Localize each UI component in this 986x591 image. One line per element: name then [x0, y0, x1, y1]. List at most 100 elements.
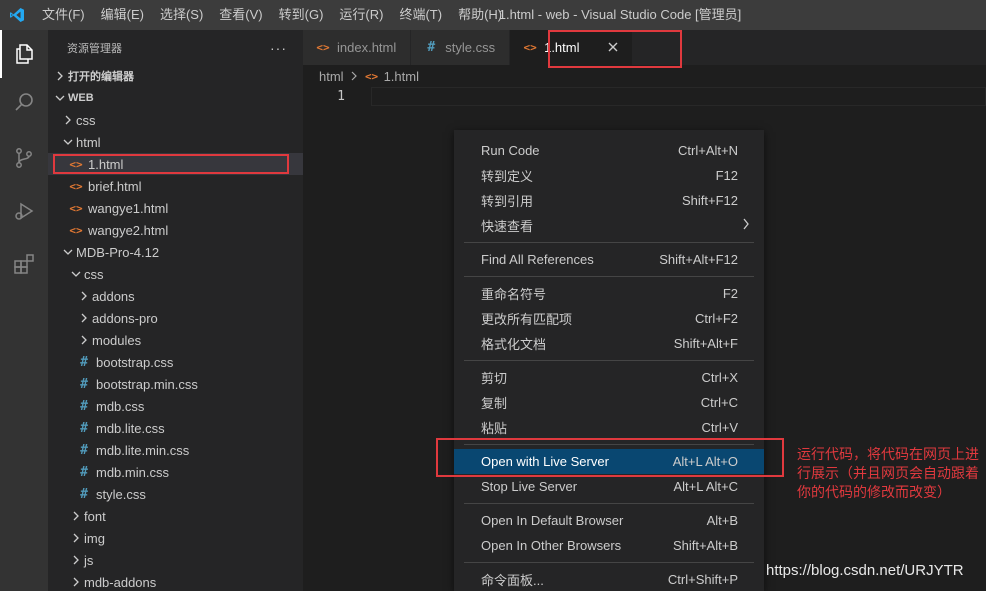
- chevron-right-icon: [60, 115, 76, 125]
- file-item[interactable]: # bootstrap.css: [48, 351, 303, 373]
- html-file-icon: <>: [523, 41, 537, 54]
- menu-item-shortcut: Shift+Alt+F: [673, 336, 738, 351]
- open-editors-label: 打开的编辑器: [68, 71, 134, 83]
- folder-item[interactable]: img: [48, 527, 303, 549]
- tab-1-html[interactable]: <> 1.html: [510, 30, 633, 65]
- context-menu-item[interactable]: 重命名符号 F2: [454, 281, 764, 306]
- editor-tabs: <> index.html # style.css <> 1.html: [303, 30, 986, 65]
- menu-item[interactable]: 选择(S): [152, 0, 211, 30]
- folder-item[interactable]: addons-pro: [48, 307, 303, 329]
- open-editors-section[interactable]: 打开的编辑器: [48, 65, 303, 87]
- workspace-label: WEB: [68, 92, 94, 104]
- menu-separator: [464, 562, 754, 563]
- css-file-icon: #: [427, 40, 436, 55]
- menu-item-shortcut: F2: [722, 286, 738, 301]
- menu-separator: [464, 276, 754, 277]
- folder-item[interactable]: mdb-addons: [48, 571, 303, 591]
- context-menu-item[interactable]: 剪切 Ctrl+X: [454, 365, 764, 390]
- search-icon[interactable]: [0, 78, 48, 126]
- menu-item-shortcut: Ctrl+Shift+P: [667, 572, 738, 587]
- folder-item[interactable]: MDB-Pro-4.12: [48, 241, 303, 263]
- file-item[interactable]: # mdb.lite.min.css: [48, 439, 303, 461]
- menu-item-shortcut: Alt+L Alt+O: [672, 454, 738, 469]
- file-tree: css html <> 1.html <> brief.html <> wangye1.htm…: [48, 109, 303, 591]
- css-file-icon: #: [80, 354, 88, 370]
- folder-item[interactable]: html: [48, 131, 303, 153]
- tree-item-label: mdb.css: [96, 398, 145, 414]
- tree-item-label: mdb.lite.css: [96, 420, 165, 436]
- workspace-section[interactable]: WEB: [48, 87, 303, 109]
- menu-item[interactable]: 运行(R): [331, 0, 391, 30]
- file-item[interactable]: # mdb.css: [48, 395, 303, 417]
- context-menu-item[interactable]: 转到引用 Shift+F12: [454, 188, 764, 213]
- explorer-header: 资源管理器 ···: [48, 30, 303, 65]
- breadcrumb-file[interactable]: 1.html: [384, 69, 419, 84]
- file-item[interactable]: <> wangye2.html: [48, 219, 303, 241]
- folder-item[interactable]: js: [48, 549, 303, 571]
- more-actions-icon[interactable]: ···: [270, 40, 287, 56]
- context-menu-item[interactable]: 复制 Ctrl+C: [454, 390, 764, 415]
- menu-item[interactable]: 文件(F): [34, 0, 93, 30]
- source-control-icon[interactable]: [0, 134, 48, 182]
- tab-style-css[interactable]: # style.css: [411, 30, 511, 65]
- menu-item-shortcut: Shift+Alt+B: [672, 538, 738, 553]
- vscode-logo-icon: [0, 0, 34, 30]
- folder-item[interactable]: css: [48, 109, 303, 131]
- file-item[interactable]: # mdb.min.css: [48, 461, 303, 483]
- menu-item[interactable]: 编辑(E): [93, 0, 152, 30]
- run-debug-icon[interactable]: [0, 187, 48, 235]
- menu-item-label: 快速查看: [481, 219, 534, 234]
- context-menu-item[interactable]: Open with Live Server Alt+L Alt+O: [454, 449, 764, 474]
- chevron-right-icon: [52, 71, 68, 81]
- context-menu-item[interactable]: 更改所有匹配项 Ctrl+F2: [454, 306, 764, 331]
- menu-item-label: 转到定义: [481, 169, 534, 184]
- tab-index-html[interactable]: <> index.html: [303, 30, 412, 65]
- html-file-icon: <>: [69, 201, 83, 215]
- html-file-icon: <>: [69, 157, 83, 171]
- css-file-icon: #: [80, 420, 88, 436]
- file-item[interactable]: # mdb.lite.css: [48, 417, 303, 439]
- tree-item-label: wangye2.html: [88, 222, 169, 238]
- breadcrumb-separator-icon: [350, 69, 358, 84]
- context-menu-item[interactable]: 格式化文档 Shift+Alt+F: [454, 331, 764, 356]
- context-menu-item[interactable]: Find All References Shift+Alt+F12: [454, 247, 764, 272]
- close-icon[interactable]: [608, 39, 618, 56]
- file-item[interactable]: <> brief.html: [48, 175, 303, 197]
- tree-item-label: modules: [92, 332, 142, 348]
- code-line[interactable]: 1: [303, 87, 986, 106]
- context-menu-item[interactable]: Open In Default Browser Alt+B: [454, 508, 764, 533]
- chevron-right-icon: [68, 555, 84, 565]
- chevron-down-icon: [60, 137, 76, 147]
- context-menu-item[interactable]: 转到定义 F12: [454, 163, 764, 188]
- folder-item[interactable]: modules: [48, 329, 303, 351]
- context-menu-item[interactable]: Open In Other Browsers Shift+Alt+B: [454, 533, 764, 558]
- extensions-icon[interactable]: [0, 240, 48, 288]
- folder-item[interactable]: addons: [48, 285, 303, 307]
- context-menu-item[interactable]: Stop Live Server Alt+L Alt+C: [454, 474, 764, 499]
- tree-item-label: bootstrap.min.css: [96, 376, 198, 392]
- breadcrumb-folder[interactable]: html: [319, 69, 344, 84]
- tree-item-label: js: [84, 552, 94, 568]
- folder-item[interactable]: font: [48, 505, 303, 527]
- tree-item-label: mdb.min.css: [96, 464, 169, 480]
- context-menu-item[interactable]: 快速查看: [454, 213, 764, 238]
- menu-item[interactable]: 查看(V): [211, 0, 270, 30]
- tree-item-label: font: [84, 508, 106, 524]
- explorer-icon[interactable]: [0, 30, 48, 78]
- menu-item-label: 更改所有匹配项: [481, 312, 573, 327]
- breadcrumb: html <> 1.html: [303, 65, 986, 87]
- menu-item-shortcut: Shift+Alt+F12: [659, 252, 738, 267]
- file-item[interactable]: <> wangye1.html: [48, 197, 303, 219]
- context-menu-item[interactable]: 粘贴 Ctrl+V: [454, 415, 764, 440]
- file-item[interactable]: <> 1.html: [48, 153, 303, 175]
- context-menu-item[interactable]: Run Code Ctrl+Alt+N: [454, 138, 764, 163]
- menu-item[interactable]: 转到(G): [271, 0, 332, 30]
- chevron-right-icon: [68, 533, 84, 543]
- line-number: 1: [337, 89, 345, 104]
- file-item[interactable]: # bootstrap.min.css: [48, 373, 303, 395]
- context-menu-item[interactable]: 命令面板... Ctrl+Shift+P: [454, 567, 764, 591]
- chevron-right-icon: [68, 511, 84, 521]
- file-item[interactable]: # style.css: [48, 483, 303, 505]
- folder-item[interactable]: css: [48, 263, 303, 285]
- html-file-icon: <>: [69, 223, 83, 237]
